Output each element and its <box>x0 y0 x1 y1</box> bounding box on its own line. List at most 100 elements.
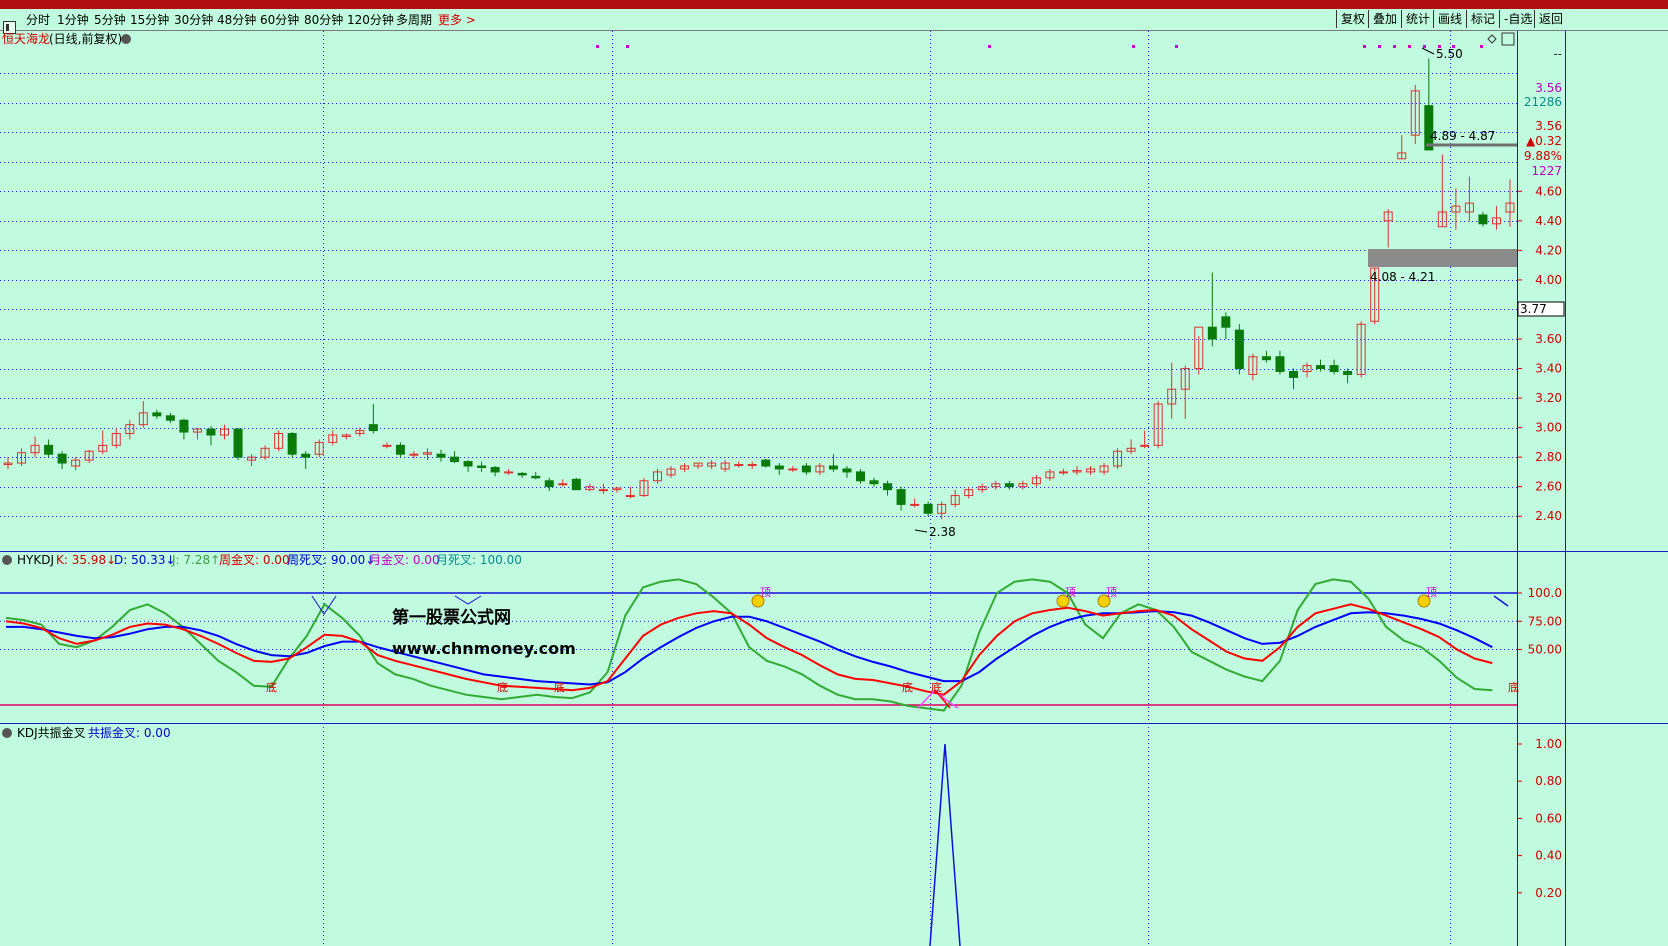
kdj-tick-label: 75.00 <box>1528 614 1562 628</box>
candle-body <box>490 466 500 473</box>
top-mark: 顶 <box>1106 586 1117 599</box>
indicator-value-1: D: 50.33↓ <box>114 553 176 567</box>
side-info-6: 1227 <box>1531 164 1562 178</box>
res-tick-label: 0.20 <box>1535 886 1562 900</box>
candle-body <box>233 428 243 458</box>
candle-body <box>896 489 906 505</box>
candle-body <box>1140 444 1150 447</box>
signal-dot <box>1378 45 1381 48</box>
candle-body <box>855 471 865 482</box>
candle-body <box>152 412 162 417</box>
kdj-tick-label: 50.00 <box>1528 643 1562 657</box>
range-upper-label: 4.89 - 4.87 <box>1430 129 1495 143</box>
bottom-mark: 底 <box>902 680 913 694</box>
candle-body <box>1261 356 1271 361</box>
signal-dot <box>988 45 991 48</box>
signal-dot <box>1408 45 1411 48</box>
resonance-value: 共振金叉: 0.00 <box>88 725 171 740</box>
candle-body <box>747 464 757 467</box>
resonance-settings-icon[interactable] <box>2 728 12 738</box>
candle-body <box>1478 214 1488 225</box>
chart-area: 5.50 2.38 4.89 - 4.87 4.08 - 4.21 恒天海龙(日线,前复… <box>0 31 1668 946</box>
candle-body <box>1004 483 1014 488</box>
maximize-icon[interactable] <box>1501 32 1515 46</box>
indicator-value-5: 月金叉: 0.00 <box>369 552 440 567</box>
y-tick-label: 4.20 <box>1535 243 1562 257</box>
y-tick-label: 4.40 <box>1535 214 1562 228</box>
candle-body <box>842 468 852 473</box>
range-lower-label: 4.08 - 4.21 <box>1370 270 1435 284</box>
candle-body <box>625 495 635 498</box>
kdj-tick-label: 100.0 <box>1528 586 1562 600</box>
settings-dot-icon[interactable] <box>121 34 131 44</box>
high-label: 5.50 <box>1436 47 1463 61</box>
candle-body <box>179 419 189 433</box>
y-tick-label: 2.60 <box>1535 480 1562 494</box>
candle-body <box>1221 316 1231 328</box>
candle-body <box>1343 370 1353 375</box>
support-band <box>1368 249 1517 267</box>
res-tick-label: 0.80 <box>1535 774 1562 788</box>
candle-body <box>598 489 608 492</box>
watermark-url: www.chnmoney.com <box>392 639 576 658</box>
candle-body <box>1207 326 1217 340</box>
signal-dot <box>1363 45 1366 48</box>
high-pointer <box>1421 47 1435 55</box>
signal-dot <box>1480 45 1483 48</box>
candle-body <box>869 480 879 485</box>
low-pointer <box>914 529 928 533</box>
resonance-spike <box>929 743 961 946</box>
candle-body <box>828 465 838 470</box>
candle-body <box>517 472 527 476</box>
y-tick-label: 2.40 <box>1535 509 1562 523</box>
candle-body <box>409 453 419 456</box>
y-tick-label: 3.40 <box>1535 362 1562 376</box>
candle-body <box>1058 471 1068 474</box>
candle-body <box>531 475 541 479</box>
indicator-value-4: 周死叉: 90.00↓ <box>287 553 375 567</box>
j-line <box>5 578 1493 712</box>
top-mark: 顶 <box>1065 586 1076 599</box>
bottom-mark: 底 <box>497 680 508 694</box>
cross-mark <box>454 595 482 605</box>
period-label: (日线,前复权) <box>49 31 122 46</box>
candle-body <box>788 468 798 471</box>
candle-body <box>801 465 811 473</box>
res-tick-label: 0.40 <box>1535 849 1562 863</box>
candle-body <box>774 465 784 470</box>
signal-dot <box>626 45 629 48</box>
diamond-icon[interactable] <box>1487 34 1497 44</box>
y-tick-label: 3.00 <box>1535 421 1562 435</box>
y-tick-label: 2.80 <box>1535 450 1562 464</box>
candle-body <box>44 444 54 455</box>
side-info-4: ▲0.32 <box>1526 134 1562 148</box>
indicator-value-2: J: 7.28↑ <box>171 553 220 567</box>
signal-dot <box>596 45 599 48</box>
candle-body <box>436 453 446 458</box>
candle-body <box>477 465 487 468</box>
bottom-mark: 底 <box>1508 680 1519 694</box>
candle-body <box>544 480 554 488</box>
candle-body <box>1329 365 1339 372</box>
candle-body <box>57 453 67 464</box>
side-info-0: -- <box>1553 47 1562 61</box>
candle-body <box>761 459 771 467</box>
signal-dot <box>1423 45 1426 48</box>
candle-body <box>883 483 893 491</box>
candle-body <box>450 456 460 463</box>
res-tick-label: 0.60 <box>1535 811 1562 825</box>
y-tick-label: 4.60 <box>1535 184 1562 198</box>
bottom-mark: 底 <box>266 680 277 694</box>
candle-body <box>301 453 311 458</box>
bottom-mark: 底 <box>931 680 942 694</box>
candle-body <box>504 471 514 474</box>
candle-body <box>382 444 392 447</box>
side-info-3: 3.56 <box>1535 119 1562 133</box>
resonance-name: KDJ共振金叉 <box>17 725 86 740</box>
watermark-title: 第一股票公式网 <box>392 607 511 628</box>
current-price-value: 3.77 <box>1520 302 1547 316</box>
indicator-settings-icon[interactable] <box>2 555 12 565</box>
res-tick-label: 1.00 <box>1535 737 1562 751</box>
candle-body <box>368 424 378 432</box>
side-info-1: 3.56 <box>1535 81 1562 95</box>
